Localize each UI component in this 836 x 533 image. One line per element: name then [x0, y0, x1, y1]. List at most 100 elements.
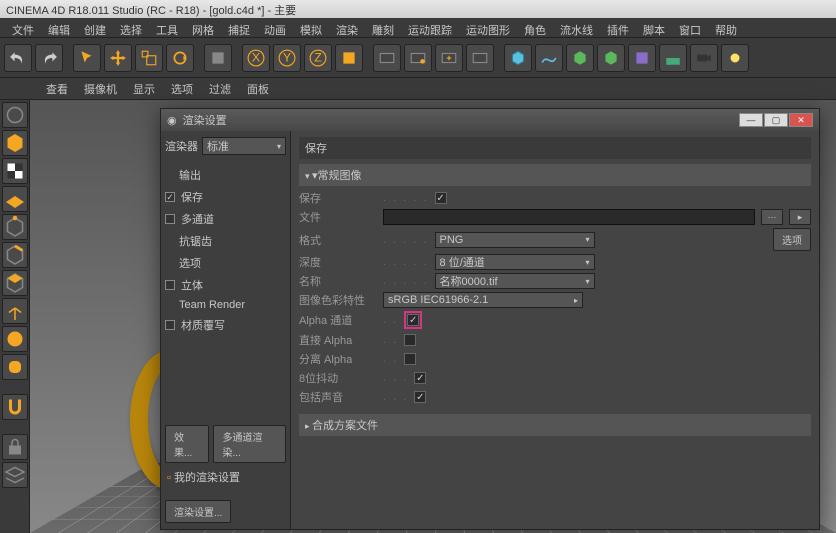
display-menu[interactable]: 显示 [127, 79, 161, 99]
dialog-icon: ◉ [167, 114, 177, 127]
menu-edit[interactable]: 编辑 [42, 20, 76, 35]
layer-button[interactable] [2, 462, 28, 488]
render-view-button[interactable] [373, 44, 401, 72]
redo-button[interactable] [35, 44, 63, 72]
matover-checkbox[interactable] [165, 320, 175, 330]
depth-dropdown[interactable]: 8 位/通道▾ [435, 254, 595, 270]
dialog-titlebar[interactable]: ◉ 渲染设置 — ▢ ✕ [161, 109, 819, 131]
dialog-title: 渲染设置 [183, 112, 227, 128]
recent-tool[interactable] [204, 44, 232, 72]
menu-animate[interactable]: 动画 [258, 20, 292, 35]
panel-menu[interactable]: 面板 [241, 79, 275, 99]
sound-checkbox[interactable] [414, 391, 426, 403]
view-menu[interactable]: 查看 [40, 79, 74, 99]
maximize-button[interactable]: ▢ [764, 113, 788, 127]
name-dropdown[interactable]: 名称0000.tif▾ [435, 273, 595, 289]
axis-z-button[interactable]: Z [304, 44, 332, 72]
render-settings-button[interactable] [435, 44, 463, 72]
nurbs-button[interactable] [566, 44, 594, 72]
scale-tool[interactable] [135, 44, 163, 72]
menu-simulate[interactable]: 模拟 [294, 20, 328, 35]
file-browse-button[interactable]: ··· [761, 209, 783, 225]
locked-button[interactable] [2, 434, 28, 460]
compositing-collapse[interactable]: 合成方案文件 [299, 414, 811, 436]
workplane-button[interactable] [2, 186, 28, 212]
rotate-tool[interactable] [166, 44, 194, 72]
profile-dropdown[interactable]: sRGB IEC61966-2.1▸ [383, 292, 583, 308]
spline-button[interactable] [535, 44, 563, 72]
save-checkbox-field[interactable] [435, 192, 447, 204]
menu-plugins[interactable]: 插件 [601, 20, 635, 35]
close-button[interactable]: ✕ [789, 113, 813, 127]
menu-pipeline[interactable]: 流水线 [554, 20, 599, 35]
tree-matoverride[interactable]: 材质覆写 [165, 315, 286, 335]
axis-y-button[interactable]: Y [273, 44, 301, 72]
file-arrow-button[interactable]: ▸ [789, 209, 811, 225]
generator-button[interactable] [597, 44, 625, 72]
tree-antialias[interactable]: 抗锯齿 [165, 231, 286, 251]
tree-multipass[interactable]: 多通道 [165, 209, 286, 229]
camera-menu[interactable]: 摄像机 [78, 79, 123, 99]
axis-x-button[interactable]: X [242, 44, 270, 72]
texture-mode-button[interactable] [2, 158, 28, 184]
menu-snap[interactable]: 捕捉 [222, 20, 256, 35]
menu-mograph[interactable]: 运动图形 [460, 20, 516, 35]
menu-render[interactable]: 渲染 [330, 20, 364, 35]
regular-image-collapse[interactable]: ▾常规图像 [299, 164, 811, 186]
multipass-checkbox[interactable] [165, 214, 175, 224]
format-dropdown[interactable]: PNG▾ [435, 232, 595, 248]
menu-help[interactable]: 帮助 [709, 20, 743, 35]
undo-button[interactable] [4, 44, 32, 72]
render-pv-button[interactable] [404, 44, 432, 72]
tree-options[interactable]: 选项 [165, 253, 286, 273]
move-tool[interactable] [104, 44, 132, 72]
coord-system-button[interactable] [335, 44, 363, 72]
tree-teamrender[interactable]: Team Render [165, 297, 286, 313]
deformer-button[interactable] [628, 44, 656, 72]
renderer-dropdown[interactable]: 标准▾ [202, 137, 286, 155]
my-render-settings-link[interactable]: ▫ 我的渲染设置 [165, 465, 286, 489]
axis-button[interactable] [2, 298, 28, 324]
menu-tracking[interactable]: 运动跟踪 [402, 20, 458, 35]
save-checkbox[interactable] [165, 192, 175, 202]
edge-mode-button[interactable] [2, 242, 28, 268]
stereo-checkbox[interactable] [165, 280, 175, 290]
light-button[interactable] [721, 44, 749, 72]
model-mode-button[interactable] [2, 130, 28, 156]
filter-menu[interactable]: 过滤 [203, 79, 237, 99]
file-input[interactable] [383, 209, 755, 225]
multipass-render-button[interactable]: 多通道渲染... [213, 425, 286, 463]
menu-file[interactable]: 文件 [6, 20, 40, 35]
menu-character[interactable]: 角色 [518, 20, 552, 35]
viewport-soft-button[interactable] [2, 354, 28, 380]
separate-alpha-checkbox[interactable] [404, 353, 416, 365]
point-mode-button[interactable] [2, 214, 28, 240]
render-queue-button[interactable] [466, 44, 494, 72]
menu-select[interactable]: 选择 [114, 20, 148, 35]
straight-alpha-checkbox[interactable] [404, 334, 416, 346]
alpha-checkbox[interactable] [407, 314, 419, 326]
snap-button[interactable] [2, 394, 28, 420]
menu-mesh[interactable]: 网格 [186, 20, 220, 35]
menu-window[interactable]: 窗口 [673, 20, 707, 35]
make-editable-button[interactable] [2, 102, 28, 128]
menu-script[interactable]: 脚本 [637, 20, 671, 35]
menu-tools[interactable]: 工具 [150, 20, 184, 35]
menu-sculpt[interactable]: 雕刻 [366, 20, 400, 35]
camera-button[interactable] [690, 44, 718, 72]
options-menu[interactable]: 选项 [165, 79, 199, 99]
tree-output[interactable]: 输出 [165, 165, 286, 185]
tree-save[interactable]: 保存 [165, 187, 286, 207]
cube-primitive-button[interactable] [504, 44, 532, 72]
polygon-mode-button[interactable] [2, 270, 28, 296]
menu-create[interactable]: 创建 [78, 20, 112, 35]
render-settings-footer-button[interactable]: 渲染设置... [165, 500, 231, 523]
environment-button[interactable] [659, 44, 687, 72]
minimize-button[interactable]: — [739, 113, 763, 127]
dither-checkbox[interactable] [414, 372, 426, 384]
viewport-solo-button[interactable] [2, 326, 28, 352]
effects-button[interactable]: 效果... [165, 425, 209, 463]
tree-stereo[interactable]: 立体 [165, 275, 286, 295]
format-options-button[interactable]: 选项 [773, 228, 811, 251]
select-tool[interactable] [73, 44, 101, 72]
